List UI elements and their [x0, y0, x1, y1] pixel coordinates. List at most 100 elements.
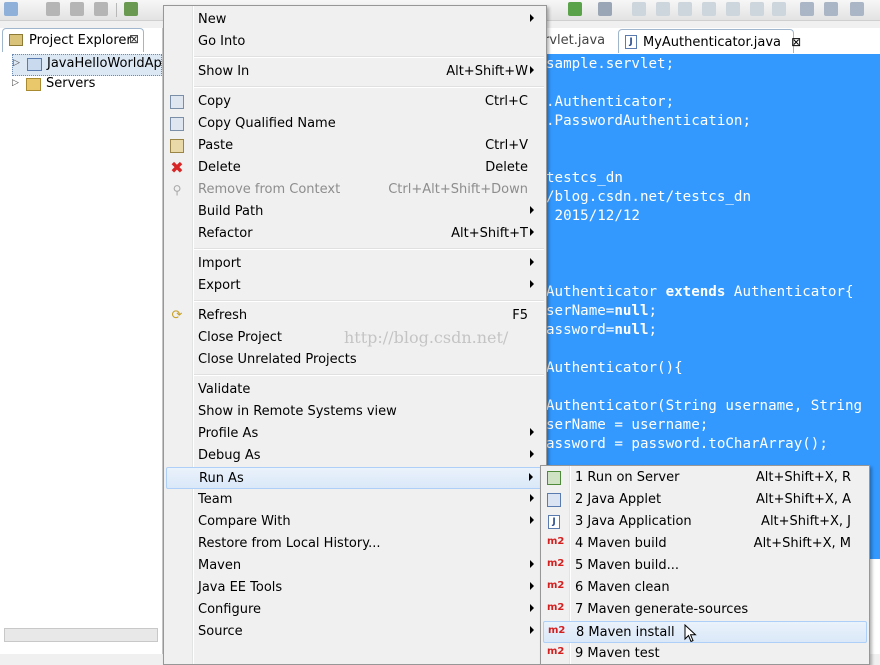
- step-into-icon[interactable]: [726, 2, 740, 16]
- menu-item-delete[interactable]: ✖ Delete Delete: [166, 157, 544, 179]
- save-icon[interactable]: [46, 2, 60, 16]
- toolbar-separator: [116, 3, 117, 17]
- submenu-item-run-on-server[interactable]: 1 Run on Server Alt+Shift+X, R: [543, 467, 867, 489]
- menu-item-label: Show in Remote Systems view: [198, 404, 397, 419]
- menu-separator: [194, 300, 544, 302]
- menu-item-close-unrelated-projects[interactable]: Close Unrelated Projects: [166, 349, 544, 371]
- submenu-item-maven-generate-sources[interactable]: m2 7 Maven generate-sources: [543, 599, 867, 621]
- maven-m2-icon: m2: [547, 536, 565, 547]
- tab-servlet-java[interactable]: rvlet.java: [544, 29, 605, 53]
- submenu-item-maven-install[interactable]: m2 8 Maven install: [543, 621, 867, 643]
- menu-item-label: 8 Maven install: [576, 625, 675, 640]
- submenu-arrow-icon: [530, 280, 534, 288]
- menu-separator: [194, 86, 544, 88]
- menu-item-label: Validate: [198, 382, 251, 397]
- resume-icon[interactable]: [632, 2, 646, 16]
- tree-item-label: Servers: [46, 76, 96, 91]
- menu-item-label: 6 Maven clean: [575, 580, 670, 595]
- menu-item-shortcut: Alt+Shift+X, J: [761, 514, 851, 529]
- horizontal-scrollbar[interactable]: [4, 628, 158, 642]
- submenu-item-java-application[interactable]: J 3 Java Application Alt+Shift+X, J: [543, 511, 867, 533]
- save-all-icon[interactable]: [70, 2, 84, 16]
- menu-item-export[interactable]: Export: [166, 275, 544, 297]
- close-icon[interactable]: ⊠: [129, 32, 139, 46]
- skip-breakpoints-icon[interactable]: [598, 2, 612, 16]
- menu-separator: [194, 56, 544, 58]
- menu-item-shortcut: Alt+Shift+X, A: [756, 492, 851, 507]
- code-line: Authenticator(String username, String: [546, 398, 863, 414]
- menu-item-configure[interactable]: Configure: [166, 599, 544, 621]
- submenu-arrow-icon: [530, 66, 534, 74]
- menu-item-label: Remove from Context: [198, 182, 341, 197]
- new-icon[interactable]: [4, 2, 18, 16]
- format-icon[interactable]: [800, 2, 814, 16]
- submenu-arrow-icon: [530, 516, 534, 524]
- menu-item-debug-as[interactable]: Debug As: [166, 445, 544, 467]
- menu-item-new[interactable]: New: [166, 9, 544, 31]
- menu-item-show-remote-systems[interactable]: Show in Remote Systems view: [166, 401, 544, 423]
- terminate-icon[interactable]: [678, 2, 692, 16]
- open-type-icon[interactable]: [850, 2, 864, 16]
- expand-icon[interactable]: ▷: [13, 58, 20, 68]
- run-icon[interactable]: [568, 2, 582, 16]
- menu-item-label: Copy Qualified Name: [198, 116, 336, 131]
- menu-item-validate[interactable]: Validate: [166, 379, 544, 401]
- menu-item-shortcut: Alt+Shift+T: [451, 226, 528, 241]
- submenu-arrow-icon: [530, 14, 534, 22]
- folder-icon: [26, 78, 41, 91]
- debug-icon[interactable]: [124, 2, 138, 16]
- step-over-icon[interactable]: [750, 2, 764, 16]
- menu-item-label: Close Unrelated Projects: [198, 352, 357, 367]
- menu-item-source[interactable]: Source: [166, 621, 544, 643]
- menu-item-refresh[interactable]: ⟳ Refresh F5: [166, 305, 544, 327]
- maven-m2-icon: m2: [547, 558, 565, 569]
- menu-item-show-in[interactable]: Show In Alt+Shift+W: [166, 61, 544, 83]
- expand-icon[interactable]: ▷: [12, 78, 19, 88]
- menu-item-label: New: [198, 12, 227, 27]
- menu-item-team[interactable]: Team: [166, 489, 544, 511]
- tab-myauthenticator-java[interactable]: J MyAuthenticator.java ⊠: [618, 29, 801, 53]
- submenu-item-maven-test[interactable]: m2 9 Maven test: [543, 643, 867, 665]
- submenu-item-maven-build[interactable]: m2 4 Maven build Alt+Shift+X, M: [543, 533, 867, 555]
- menu-item-maven[interactable]: Maven: [166, 555, 544, 577]
- menu-item-label: Build Path: [198, 204, 264, 219]
- menu-item-copy-qualified-name[interactable]: Copy Qualified Name: [166, 113, 544, 135]
- submenu-arrow-icon: [530, 206, 534, 214]
- tree-item-project[interactable]: ▷ JavaHelloWorldApp: [12, 54, 170, 76]
- menu-item-compare-with[interactable]: Compare With: [166, 511, 544, 533]
- menu-item-label: Import: [198, 256, 242, 271]
- print-icon[interactable]: [94, 2, 108, 16]
- code-line: assword=null;: [546, 322, 658, 338]
- menu-item-run-as[interactable]: Run As: [166, 467, 544, 489]
- submenu-arrow-icon: [530, 450, 534, 458]
- maven-m2-icon: m2: [548, 625, 566, 636]
- keyword-extends: extends: [665, 284, 726, 300]
- menu-item-label: Compare With: [198, 514, 291, 529]
- menu-item-paste[interactable]: Paste Ctrl+V: [166, 135, 544, 157]
- annotation-icon[interactable]: [824, 2, 838, 16]
- disconnect-icon[interactable]: [702, 2, 716, 16]
- tree-item-servers[interactable]: ▷ Servers: [12, 75, 160, 95]
- menu-item-refactor[interactable]: Refactor Alt+Shift+T: [166, 223, 544, 245]
- menu-item-import[interactable]: Import: [166, 253, 544, 275]
- menu-item-go-into[interactable]: Go Into: [166, 31, 544, 53]
- code-token: Authenticator: [546, 284, 666, 300]
- code-line: testcs_dn: [546, 170, 623, 186]
- menu-item-copy[interactable]: Copy Ctrl+C: [166, 91, 544, 113]
- project-explorer-view: Project Explorer ⊠ ▷ JavaHelloWorldApp ▷…: [0, 28, 170, 654]
- tab-project-explorer[interactable]: Project Explorer ⊠: [2, 28, 144, 52]
- menu-item-restore-history[interactable]: Restore from Local History...: [166, 533, 544, 555]
- menu-item-java-ee-tools[interactable]: Java EE Tools: [166, 577, 544, 599]
- submenu-item-java-applet[interactable]: 2 Java Applet Alt+Shift+X, A: [543, 489, 867, 511]
- delete-icon: ✖: [170, 158, 184, 177]
- menu-item-profile-as[interactable]: Profile As: [166, 423, 544, 445]
- code-line: Authenticator extends Authenticator{: [546, 284, 854, 300]
- suspend-icon[interactable]: [656, 2, 670, 16]
- menu-item-build-path[interactable]: Build Path: [166, 201, 544, 223]
- menu-item-label: Source: [198, 624, 243, 639]
- step-return-icon[interactable]: [772, 2, 786, 16]
- menu-item-label: Paste: [198, 138, 234, 153]
- submenu-item-maven-build-dialog[interactable]: m2 5 Maven build...: [543, 555, 867, 577]
- submenu-item-maven-clean[interactable]: m2 6 Maven clean: [543, 577, 867, 599]
- close-icon[interactable]: ⊠: [791, 35, 801, 49]
